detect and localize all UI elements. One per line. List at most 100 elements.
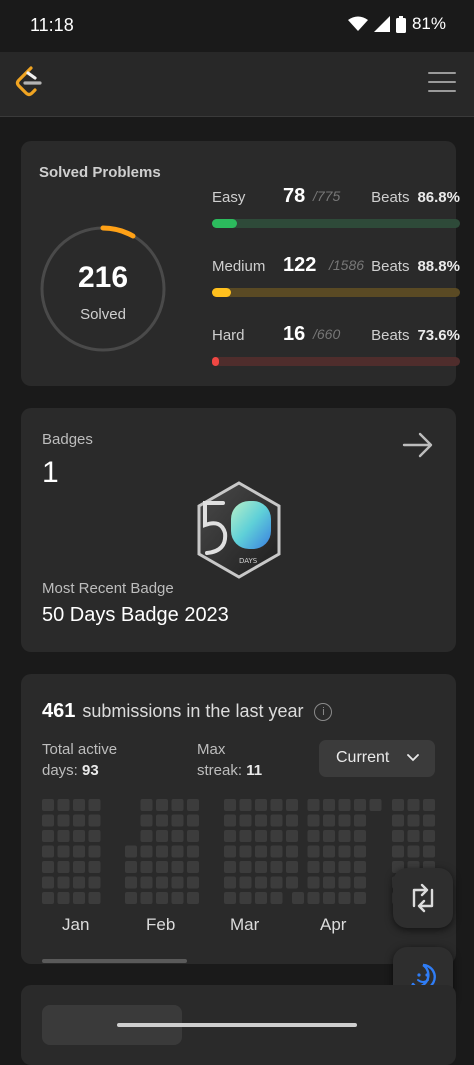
heatmap-cell bbox=[156, 830, 168, 842]
most-recent-badge-label: Most Recent Badge bbox=[42, 580, 174, 597]
heatmap-cell bbox=[323, 876, 335, 889]
heatmap-cell bbox=[57, 876, 70, 889]
solved-label: Solved bbox=[80, 306, 126, 323]
heatmap-cell bbox=[171, 876, 184, 889]
arrow-right-icon[interactable] bbox=[402, 432, 434, 458]
heatmap-cell bbox=[338, 830, 351, 842]
heatmap-cell bbox=[42, 799, 54, 811]
difficulty-name: Medium bbox=[212, 258, 266, 275]
heatmap-cell bbox=[239, 876, 252, 889]
heatmap-cell bbox=[354, 845, 366, 858]
heatmap-cell bbox=[255, 892, 267, 904]
heatmap-cell bbox=[392, 814, 404, 827]
heatmap-cell bbox=[224, 892, 236, 904]
heatmap-cell bbox=[270, 799, 283, 811]
submissions-card: 461 submissions in the last year i Total… bbox=[21, 674, 456, 964]
heatmap-cell bbox=[187, 861, 199, 873]
month-label: Jan bbox=[62, 915, 90, 934]
heatmap-cell bbox=[171, 892, 184, 904]
heatmap-cell bbox=[392, 845, 404, 858]
hamburger-menu-icon[interactable] bbox=[428, 70, 458, 94]
heatmap-cell bbox=[156, 799, 168, 811]
solved-problems-title: Solved Problems bbox=[39, 164, 161, 181]
heatmap-cell bbox=[354, 799, 366, 811]
difficulty-bar bbox=[212, 357, 460, 366]
difficulty-bar-fill bbox=[212, 357, 220, 366]
heatmap-cell bbox=[125, 876, 137, 889]
difficulty-bar-fill bbox=[212, 219, 237, 228]
heatmap-cell bbox=[255, 845, 267, 858]
app-bar bbox=[0, 52, 474, 117]
difficulty-total: /660 bbox=[313, 326, 341, 342]
heatmap-cell bbox=[73, 892, 85, 904]
month-label: Mar bbox=[230, 915, 260, 934]
heatmap-cell bbox=[423, 799, 435, 811]
heatmap-cell bbox=[407, 814, 420, 827]
heatmap-cell bbox=[338, 814, 351, 827]
swap-button[interactable] bbox=[393, 868, 453, 928]
heatmap-cell bbox=[255, 830, 267, 842]
heatmap-cell bbox=[88, 814, 101, 827]
heatmap-cell bbox=[73, 861, 85, 873]
badges-count: 1 bbox=[42, 456, 59, 489]
difficulty-solved: 78 bbox=[283, 185, 306, 207]
heatmap-cell bbox=[187, 892, 199, 904]
heatmap-cell bbox=[224, 876, 236, 889]
heatmap-cell bbox=[42, 876, 54, 889]
heatmap-cell bbox=[42, 814, 54, 827]
leetcode-logo-icon[interactable] bbox=[14, 66, 44, 100]
heatmap-cell bbox=[239, 845, 252, 858]
heatmap-cell bbox=[224, 861, 236, 873]
heatmap-cell bbox=[57, 814, 70, 827]
heatmap-cell bbox=[423, 830, 435, 842]
heatmap-cell bbox=[354, 892, 366, 904]
battery-percent: 81% bbox=[411, 14, 446, 33]
heatmap-cell bbox=[73, 799, 85, 811]
heatmap-cell bbox=[286, 814, 298, 827]
heatmap-cell bbox=[171, 814, 184, 827]
heatmap-cell bbox=[42, 845, 54, 858]
heatmap-cell bbox=[140, 861, 153, 873]
heatmap-cell bbox=[171, 845, 184, 858]
heatmap-cell bbox=[171, 799, 184, 811]
heatmap-cell bbox=[307, 814, 320, 827]
heatmap-cell bbox=[323, 830, 335, 842]
heatmap-cell bbox=[286, 861, 298, 873]
status-bar: 11:18 81% bbox=[0, 0, 474, 52]
heatmap-cell bbox=[88, 845, 101, 858]
difficulty-solved: 16 bbox=[283, 323, 306, 345]
heatmap-cell bbox=[292, 892, 304, 904]
heatmap-cell bbox=[270, 830, 283, 842]
heatmap-cell bbox=[73, 830, 85, 842]
heatmap-cell bbox=[239, 814, 252, 827]
heatmap-cell bbox=[156, 892, 168, 904]
heatmap-cell bbox=[286, 799, 298, 811]
heatmap-cell bbox=[270, 876, 283, 889]
heatmap-cell bbox=[239, 861, 252, 873]
difficulty-bar bbox=[212, 288, 460, 297]
heatmap-cell bbox=[187, 845, 199, 858]
heatmap-cell bbox=[125, 861, 137, 873]
cell-signal-icon bbox=[373, 16, 390, 32]
heatmap-cell bbox=[57, 892, 70, 904]
heatmap-cell bbox=[239, 892, 252, 904]
heatmap-cell bbox=[171, 861, 184, 873]
heatmap-cell bbox=[323, 861, 335, 873]
heatmap-cell bbox=[270, 814, 283, 827]
heatmap-cell bbox=[224, 814, 236, 827]
status-time: 11:18 bbox=[30, 15, 74, 35]
heatmap-cell bbox=[73, 845, 85, 858]
heatmap-cell bbox=[392, 830, 404, 842]
difficulty-name: Easy bbox=[212, 189, 246, 206]
heatmap-cell bbox=[156, 814, 168, 827]
difficulty-hard: Hard 16 /660 Beats 73.6% bbox=[212, 323, 460, 367]
badges-card[interactable]: Badges 1 DAYS Most Recent Badge 50 Days … bbox=[21, 408, 456, 652]
heatmap-cell bbox=[187, 799, 199, 811]
50-days-badge-icon[interactable]: DAYS bbox=[195, 481, 283, 579]
heatmap-scrollbar[interactable] bbox=[42, 959, 187, 963]
swap-arrows-icon bbox=[412, 883, 434, 913]
heatmap-cell bbox=[156, 845, 168, 858]
heatmap-cell bbox=[140, 814, 153, 827]
heatmap-cell bbox=[57, 799, 70, 811]
heatmap-cell bbox=[255, 876, 267, 889]
